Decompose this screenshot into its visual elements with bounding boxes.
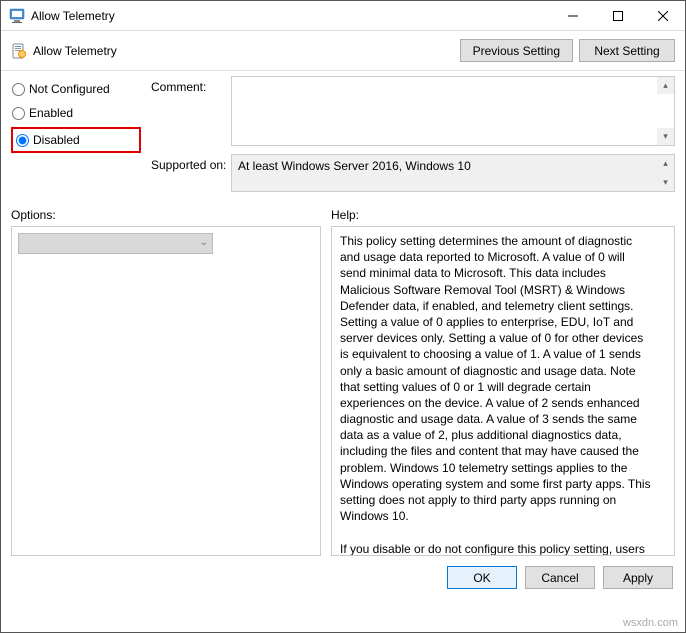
help-para-1: This policy setting determines the amoun…: [340, 233, 652, 524]
supported-row: Supported on: At least Windows Server 20…: [151, 154, 675, 192]
supported-value: At least Windows Server 2016, Windows 10: [238, 159, 471, 173]
minimize-button[interactable]: [550, 1, 595, 30]
ok-button[interactable]: OK: [447, 566, 517, 589]
help-text: This policy setting determines the amoun…: [340, 233, 666, 556]
chevron-down-icon: ⌄: [200, 237, 208, 248]
comment-label: Comment:: [151, 76, 231, 146]
comment-textarea[interactable]: ▴ ▾: [231, 76, 675, 146]
close-button[interactable]: [640, 1, 685, 30]
toolbar: Allow Telemetry Previous Setting Next Se…: [1, 31, 685, 71]
radio-enabled[interactable]: Enabled: [11, 105, 141, 121]
radio-enabled-input[interactable]: [12, 107, 25, 120]
section-labels: Options: Help:: [1, 200, 685, 226]
help-label: Help:: [331, 208, 359, 222]
supported-label: Supported on:: [151, 154, 231, 192]
radio-not-configured-input[interactable]: [12, 83, 25, 96]
scroll-up-icon[interactable]: ▴: [657, 155, 674, 172]
supported-on-box: At least Windows Server 2016, Windows 10…: [231, 154, 675, 192]
upper-section: Not Configured Enabled Disabled Comment:…: [1, 71, 685, 200]
state-radio-group: Not Configured Enabled Disabled: [11, 76, 141, 200]
watermark: wsxdn.com: [623, 617, 678, 629]
comment-row: Comment: ▴ ▾: [151, 76, 675, 146]
fields-column: Comment: ▴ ▾ Supported on: At least Wind…: [151, 76, 675, 200]
help-pane: This policy setting determines the amoun…: [331, 226, 675, 556]
scroll-down-icon[interactable]: ▾: [657, 174, 674, 191]
disabled-highlight-box: Disabled: [11, 127, 141, 153]
scroll-down-icon[interactable]: ▾: [657, 128, 674, 145]
help-para-2: If you disable or do not configure this …: [340, 541, 652, 556]
policy-icon: [11, 43, 27, 59]
next-setting-button[interactable]: Next Setting: [579, 39, 675, 62]
apply-button[interactable]: Apply: [603, 566, 673, 589]
radio-not-configured[interactable]: Not Configured: [11, 81, 141, 97]
previous-setting-button[interactable]: Previous Setting: [460, 39, 573, 62]
radio-disabled-label: Disabled: [33, 133, 80, 147]
gpedit-icon: [9, 8, 25, 24]
maximize-button[interactable]: [595, 1, 640, 30]
radio-disabled-input[interactable]: [16, 134, 29, 147]
options-label: Options:: [11, 208, 331, 222]
options-pane: ⌄: [11, 226, 321, 556]
lower-section: ⌄ This policy setting determines the amo…: [1, 226, 685, 556]
policy-title: Allow Telemetry: [33, 44, 117, 58]
radio-enabled-label: Enabled: [29, 106, 73, 120]
window-title: Allow Telemetry: [31, 9, 550, 23]
window-controls: [550, 1, 685, 30]
scroll-up-icon[interactable]: ▴: [657, 77, 674, 94]
radio-disabled[interactable]: Disabled: [15, 132, 137, 148]
titlebar: Allow Telemetry: [1, 1, 685, 31]
cancel-button[interactable]: Cancel: [525, 566, 595, 589]
bottom-button-bar: OK Cancel Apply: [1, 556, 685, 599]
radio-not-configured-label: Not Configured: [29, 82, 110, 96]
options-dropdown-disabled: ⌄: [18, 233, 213, 254]
